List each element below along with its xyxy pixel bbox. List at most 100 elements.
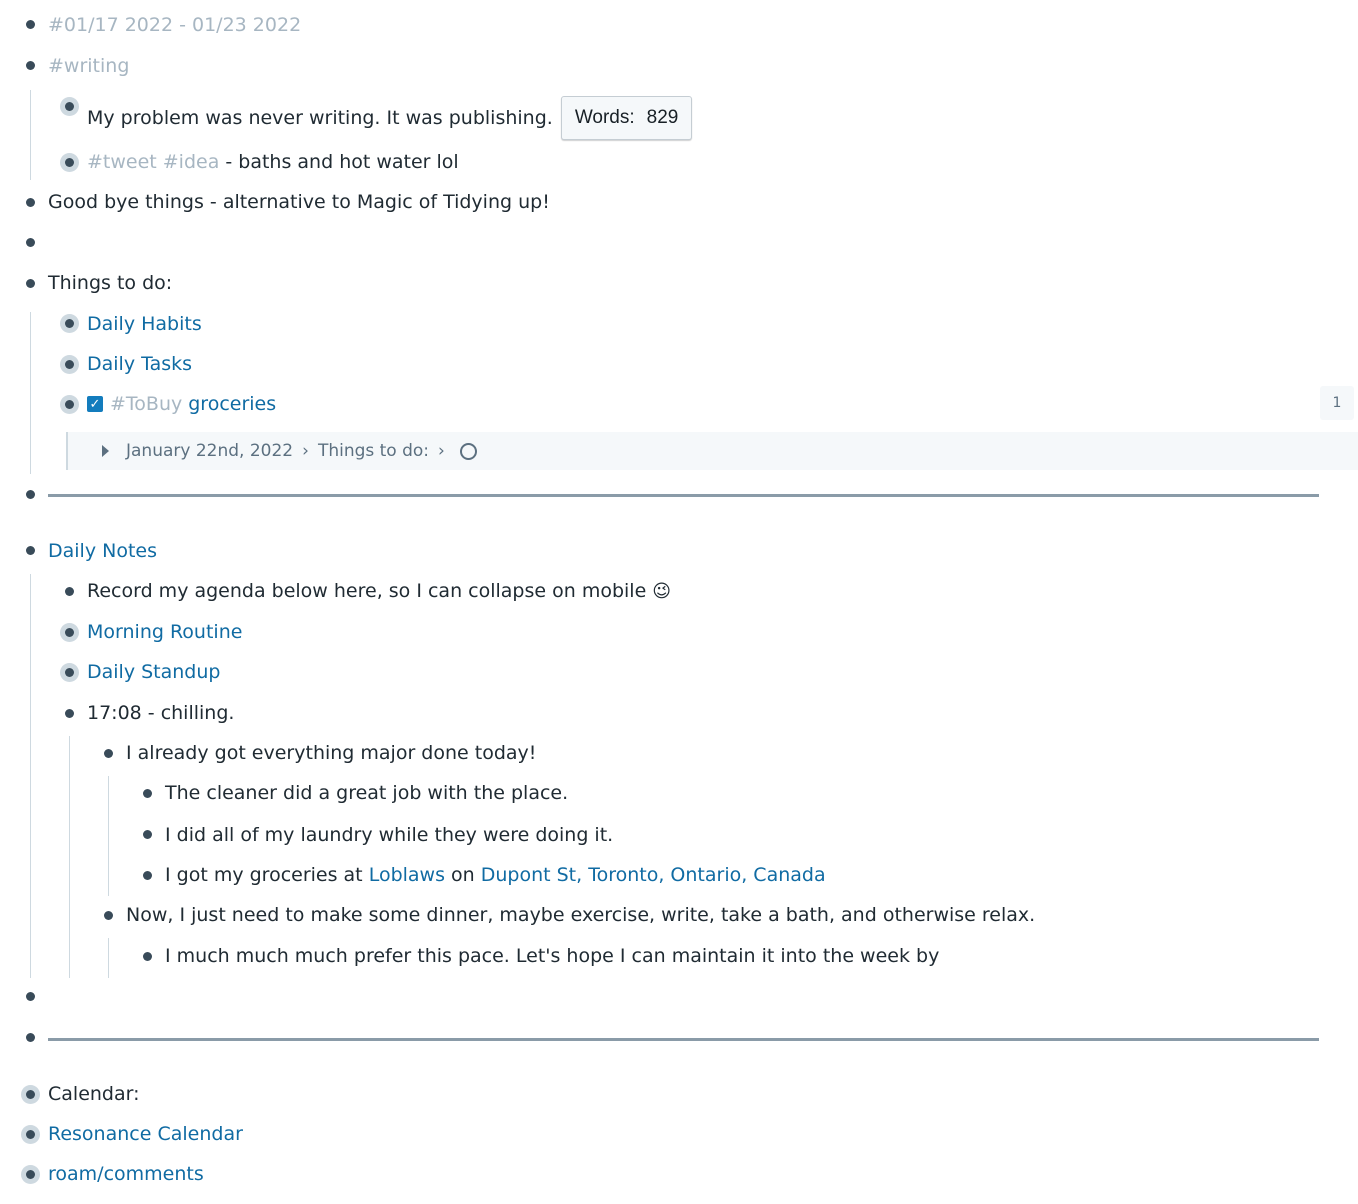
block-text: - baths and hot water lol <box>219 151 459 173</box>
block-text: Calendar: <box>48 1083 140 1105</box>
block-bullet-collapsed[interactable] <box>26 1170 35 1179</box>
block-text: The cleaner did a great job with the pla… <box>165 782 569 804</box>
block-bullet-collapsed[interactable] <box>65 319 74 328</box>
block-morning-routine[interactable]: Morning Routine <box>87 615 242 649</box>
block-publishing-quote[interactable]: My problem was never writing. It was pub… <box>87 96 693 140</box>
block-daily-standup[interactable]: Daily Standup <box>87 655 220 689</box>
block-time-entry[interactable]: 17:08 - chilling. <box>87 696 234 730</box>
word-count-label: Words: <box>574 107 635 128</box>
reference-count-badge[interactable]: 1 <box>1320 386 1354 420</box>
breadcrumb-things-to-do[interactable]: Things to do: <box>318 441 429 461</box>
block-bullet-collapsed[interactable] <box>65 360 74 369</box>
block-roam-comments[interactable]: roam/comments <box>48 1157 204 1191</box>
tobuy-tag[interactable]: #ToBuy <box>110 393 182 415</box>
block-bullet-collapsed[interactable] <box>65 628 74 637</box>
block-calendar[interactable]: Calendar: <box>48 1077 140 1111</box>
block-bullet[interactable] <box>26 198 35 207</box>
page-link-groceries[interactable]: groceries <box>188 393 276 415</box>
block-bullet[interactable] <box>104 911 113 920</box>
block-text: I already got everything major done toda… <box>126 742 537 764</box>
block-bullet-collapsed[interactable] <box>65 668 74 677</box>
block-tobuy-groceries[interactable]: ✓ #ToBuy groceries <box>87 387 276 421</box>
block-bullet[interactable] <box>26 61 35 70</box>
breadcrumb: January 22nd, 2022 › Things to do: › <box>126 432 477 470</box>
linked-reference-panel: January 22nd, 2022 › Things to do: › <box>66 432 1358 470</box>
expand-caret-icon[interactable] <box>102 445 109 457</box>
block-tweet-idea[interactable]: #tweet #idea - baths and hot water lol <box>87 145 459 179</box>
horizontal-rule <box>48 494 1319 497</box>
todo-checkbox-checked[interactable]: ✓ <box>87 396 103 412</box>
children-guide-line[interactable] <box>69 736 70 978</box>
page-link-daily-notes[interactable]: Daily Notes <box>48 540 157 562</box>
word-count-value: 829 <box>646 107 679 128</box>
block-writing[interactable]: #writing <box>48 49 129 83</box>
block-record-agenda[interactable]: Record my agenda below here, so I can co… <box>87 574 671 608</box>
block-text: I much much much prefer this pace. Let's… <box>165 945 940 967</box>
word-count-badge: Words: 829 <box>560 96 693 140</box>
block-bullet[interactable] <box>143 789 152 798</box>
page-link-morning-routine[interactable]: Morning Routine <box>87 621 242 643</box>
block-bullet-empty[interactable] <box>26 238 35 247</box>
block-laundry[interactable]: I did all of my laundry while they were … <box>165 818 613 852</box>
block-major-done[interactable]: I already got everything major done toda… <box>126 736 536 770</box>
block-now-dinner[interactable]: Now, I just need to make some dinner, ma… <box>126 898 1035 932</box>
block-bullet[interactable] <box>65 587 74 596</box>
block-groceries-location[interactable]: I got my groceries at Loblaws on Dupont … <box>165 858 826 892</box>
block-text: on <box>444 864 481 886</box>
block-week-tag[interactable]: #01/17 2022 - 01/23 2022 <box>48 8 301 42</box>
block-text: I got my groceries at <box>165 864 369 886</box>
page-link-roam-comments[interactable]: roam/comments <box>48 1163 204 1185</box>
breadcrumb-separator-icon: › <box>438 441 445 461</box>
children-guide-line[interactable] <box>108 938 109 978</box>
block-bullet[interactable] <box>65 709 74 718</box>
writing-tag[interactable]: #writing <box>48 55 129 77</box>
page-link-location[interactable]: Dupont St, Toronto, Ontario, Canada <box>481 864 826 886</box>
block-text: My problem was never writing. It was pub… <box>87 107 553 129</box>
tweet-tag[interactable]: #tweet <box>87 151 157 173</box>
breadcrumb-daily-page[interactable]: January 22nd, 2022 <box>126 441 293 461</box>
block-bullet[interactable] <box>26 1033 35 1042</box>
winking-face-emoji: 😉 <box>652 580 672 602</box>
block-things-to-do[interactable]: Things to do: <box>48 266 172 300</box>
block-text: Good bye things - alternative to Magic o… <box>48 191 550 213</box>
block-bullet-collapsed[interactable] <box>26 1130 35 1139</box>
idea-tag[interactable]: #idea <box>163 151 220 173</box>
block-bullet[interactable] <box>104 749 113 758</box>
page-link-daily-habits[interactable]: Daily Habits <box>87 313 202 335</box>
horizontal-rule <box>48 1038 1319 1041</box>
children-guide-line[interactable] <box>30 312 31 474</box>
page-link-daily-standup[interactable]: Daily Standup <box>87 661 220 683</box>
block-cleaner[interactable]: The cleaner did a great job with the pla… <box>165 776 568 810</box>
page-link-loblaws[interactable]: Loblaws <box>369 864 445 886</box>
block-bullet[interactable] <box>143 871 152 880</box>
page-link-daily-tasks[interactable]: Daily Tasks <box>87 353 192 375</box>
block-bullet-empty[interactable] <box>26 992 35 1001</box>
children-guide-line[interactable] <box>108 776 109 896</box>
empty-circle-icon <box>459 442 477 460</box>
block-bullet[interactable] <box>26 546 35 555</box>
block-text: 17:08 - chilling. <box>87 702 235 724</box>
block-bullet-collapsed[interactable] <box>65 158 74 167</box>
block-bullet[interactable] <box>143 830 152 839</box>
block-daily-notes[interactable]: Daily Notes <box>48 534 157 568</box>
block-bullet-collapsed[interactable] <box>26 1090 35 1099</box>
block-text: Now, I just need to make some dinner, ma… <box>126 904 1036 926</box>
block-bullet-collapsed[interactable] <box>65 102 74 111</box>
children-guide-line[interactable] <box>30 90 31 180</box>
block-text: Record my agenda below here, so I can co… <box>87 580 647 602</box>
block-daily-tasks[interactable]: Daily Tasks <box>87 347 192 381</box>
block-goodbye-things[interactable]: Good bye things - alternative to Magic o… <box>48 185 550 219</box>
week-tag[interactable]: #01/17 2022 - 01/23 2022 <box>48 14 301 36</box>
block-bullet[interactable] <box>143 952 152 961</box>
block-resonance-calendar[interactable]: Resonance Calendar <box>48 1117 243 1151</box>
block-daily-habits[interactable]: Daily Habits <box>87 307 202 341</box>
block-bullet-collapsed[interactable] <box>65 400 74 409</box>
page-link-resonance-calendar[interactable]: Resonance Calendar <box>48 1123 243 1145</box>
block-bullet[interactable] <box>26 490 35 499</box>
breadcrumb-separator-icon: › <box>302 441 309 461</box>
block-prefer-pace[interactable]: I much much much prefer this pace. Let's… <box>165 939 939 973</box>
children-guide-line[interactable] <box>30 574 31 978</box>
block-bullet[interactable] <box>26 20 35 29</box>
block-bullet[interactable] <box>26 279 35 288</box>
block-text: Things to do: <box>48 272 173 294</box>
